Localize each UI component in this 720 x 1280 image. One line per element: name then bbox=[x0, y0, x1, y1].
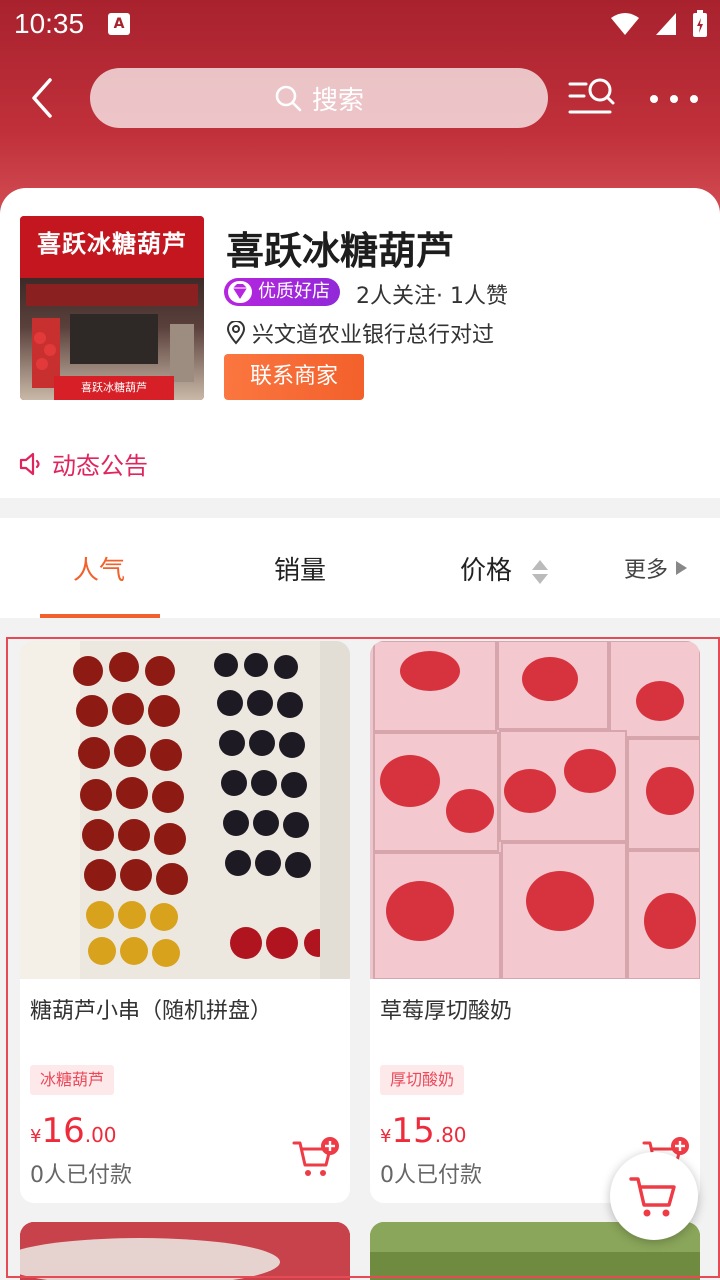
contact-merchant-button[interactable]: 联系商家 bbox=[224, 354, 364, 400]
product-tag: 冰糖葫芦 bbox=[30, 1065, 115, 1095]
more-dots-icon bbox=[650, 95, 698, 103]
tab-price-label: 价格 bbox=[460, 556, 513, 586]
tab-more[interactable]: 更多 bbox=[624, 552, 688, 584]
status-time: 10:35 bbox=[14, 8, 85, 39]
product-price: ¥16.00 bbox=[30, 1111, 117, 1151]
tab-price[interactable]: 价格 bbox=[460, 550, 550, 587]
list-search-icon bbox=[568, 78, 615, 114]
price-integer: 15 bbox=[391, 1111, 435, 1151]
search-icon bbox=[275, 85, 302, 112]
sort-arrows-icon bbox=[532, 559, 549, 584]
wifi-icon bbox=[611, 13, 639, 35]
tab-sales[interactable]: 销量 bbox=[274, 550, 326, 587]
product-sold-count: 0人已付款 bbox=[380, 1163, 482, 1188]
product-image[interactable] bbox=[370, 641, 700, 979]
active-tab-indicator bbox=[40, 614, 160, 618]
speaker-icon bbox=[19, 452, 40, 475]
cart-plus-icon bbox=[292, 1137, 339, 1176]
add-to-cart-button[interactable] bbox=[292, 1137, 340, 1181]
search-input[interactable]: 搜索 bbox=[90, 68, 548, 128]
logo-counter-sign: 喜跃冰糖葫芦 bbox=[54, 376, 174, 400]
product-card-partial[interactable] bbox=[20, 1222, 350, 1280]
floating-cart-button[interactable] bbox=[610, 1152, 698, 1240]
logo-sign: 喜跃冰糖葫芦 bbox=[20, 216, 204, 278]
location-pin-icon bbox=[226, 321, 246, 345]
more-menu-button[interactable] bbox=[648, 82, 700, 116]
product-tag: 厚切酸奶 bbox=[380, 1065, 465, 1095]
price-decimal: .80 bbox=[434, 1123, 467, 1147]
follow-stats: 2人关注· 1人赞 bbox=[356, 284, 508, 309]
shop-info-card: 喜跃冰糖葫芦 喜跃冰糖葫芦 喜跃冰糖葫芦 优质好店 2人关注· 1人赞 兴文道农… bbox=[0, 188, 720, 498]
announcement-link[interactable]: 动态公告 bbox=[18, 446, 148, 481]
status-indicators bbox=[610, 10, 708, 38]
address-row[interactable]: 兴文道农业银行总行对过 bbox=[226, 318, 494, 348]
product-price: ¥15.80 bbox=[380, 1111, 467, 1151]
category-search-button[interactable] bbox=[568, 76, 616, 120]
search-placeholder: 搜索 bbox=[311, 85, 364, 116]
product-sold-count: 0人已付款 bbox=[30, 1163, 132, 1188]
price-decimal: .00 bbox=[84, 1123, 117, 1147]
announcement-label: 动态公告 bbox=[52, 452, 148, 480]
diamond-icon bbox=[228, 281, 252, 303]
price-currency: ¥ bbox=[30, 1126, 42, 1147]
product-title: 糖葫芦小串（随机拼盘） bbox=[30, 999, 273, 1024]
back-arrow-icon bbox=[32, 78, 52, 118]
shopping-cart-icon bbox=[629, 1177, 676, 1217]
quality-badge-label: 优质好店 bbox=[258, 281, 330, 302]
sort-tabs: 人气 销量 价格 更多 bbox=[0, 518, 720, 618]
triangle-right-icon bbox=[676, 561, 688, 575]
quality-badge: 优质好店 bbox=[224, 278, 340, 306]
nav-bar: 搜索 bbox=[0, 62, 720, 136]
shop-logo[interactable]: 喜跃冰糖葫芦 喜跃冰糖葫芦 bbox=[20, 216, 204, 400]
product-title: 草莓厚切酸奶 bbox=[380, 999, 513, 1024]
back-button[interactable] bbox=[22, 76, 66, 120]
product-card[interactable]: 糖葫芦小串（随机拼盘） 冰糖葫芦 ¥16.00 0人已付款 bbox=[20, 641, 350, 1203]
battery-icon bbox=[693, 10, 707, 37]
address-text: 兴文道农业银行总行对过 bbox=[252, 323, 495, 348]
notification-icon: A bbox=[108, 13, 130, 35]
shop-name: 喜跃冰糖葫芦 bbox=[226, 229, 455, 273]
signal-icon bbox=[656, 13, 676, 35]
status-bar: 10:35 A bbox=[0, 0, 720, 50]
price-integer: 16 bbox=[41, 1111, 85, 1151]
tab-more-label: 更多 bbox=[624, 558, 669, 583]
product-image[interactable] bbox=[20, 641, 350, 979]
tab-popularity[interactable]: 人气 bbox=[73, 550, 125, 587]
product-card[interactable]: 草莓厚切酸奶 厚切酸奶 ¥15.80 0人已付款 bbox=[370, 641, 700, 1203]
price-currency: ¥ bbox=[380, 1126, 392, 1147]
